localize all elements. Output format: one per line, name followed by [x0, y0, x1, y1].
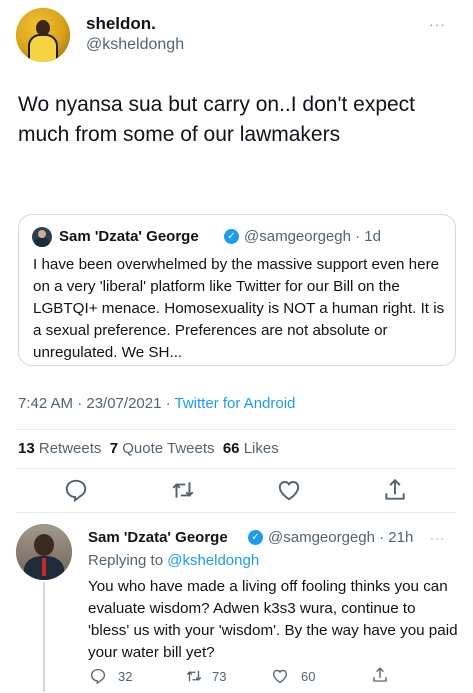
thread-line — [43, 582, 45, 692]
heart-icon[interactable] — [276, 477, 302, 503]
quoted-user-avatar — [32, 227, 52, 247]
quoted-display-name: Sam 'Dzata' George — [59, 228, 199, 245]
reply-count: 32 — [118, 669, 133, 684]
quoted-tweet-text: I have been overwhelmed by the massive s… — [33, 256, 445, 361]
verified-badge-icon: ✓ — [224, 229, 239, 244]
display-name[interactable]: sheldon. — [86, 14, 156, 34]
user-handle[interactable]: @ksheldongh — [86, 36, 184, 54]
retweet-count: 73 — [212, 669, 227, 684]
share-icon[interactable] — [371, 666, 389, 684]
heart-icon[interactable] — [271, 667, 289, 685]
reply-user-avatar[interactable] — [16, 524, 72, 580]
more-options-icon[interactable]: ··· — [430, 531, 445, 545]
tweet-text: Wo nyansa sua but carry on..I don't expe… — [18, 93, 416, 146]
quotes-label[interactable]: Quote Tweets — [118, 440, 223, 457]
tweet-client-link[interactable]: Twitter for Android — [175, 395, 296, 412]
replying-prefix: Replying to — [88, 552, 168, 569]
divider — [16, 429, 457, 430]
reply-text: You who have made a living off fooling t… — [88, 578, 458, 661]
quotes-count[interactable]: 7 — [110, 440, 118, 457]
reply-handle-time[interactable]: @samgeorgegh · 21h — [268, 529, 413, 546]
retweets-count[interactable]: 13 — [18, 440, 35, 457]
reply-icon[interactable] — [89, 667, 107, 685]
replying-mention-link[interactable]: @ksheldongh — [167, 552, 259, 569]
tweet-stats: 13 Retweets 7 Quote Tweets 66 Likes — [18, 440, 279, 457]
like-count: 60 — [301, 669, 316, 684]
reply-display-name[interactable]: Sam 'Dzata' George — [88, 529, 228, 546]
divider — [16, 468, 457, 469]
retweet-icon[interactable] — [170, 477, 196, 503]
divider — [16, 512, 457, 513]
retweets-label[interactable]: Retweets — [35, 440, 110, 457]
tweet-timestamp[interactable]: 7:42 AM · 23/07/2021 · — [18, 395, 175, 412]
share-icon[interactable] — [382, 477, 408, 503]
verified-badge-icon: ✓ — [248, 530, 263, 545]
reply-icon[interactable] — [63, 477, 89, 503]
quoted-handle-time: @samgeorgegh · 1d — [244, 228, 381, 245]
retweet-icon[interactable] — [185, 667, 203, 685]
tweet-meta: 7:42 AM · 23/07/2021 · Twitter for Andro… — [18, 395, 295, 412]
more-options-icon[interactable]: ··· — [429, 16, 446, 32]
likes-label[interactable]: Likes — [240, 440, 279, 457]
user-avatar[interactable] — [16, 8, 70, 62]
likes-count[interactable]: 66 — [223, 440, 240, 457]
replying-to: Replying to @ksheldongh — [88, 552, 259, 569]
